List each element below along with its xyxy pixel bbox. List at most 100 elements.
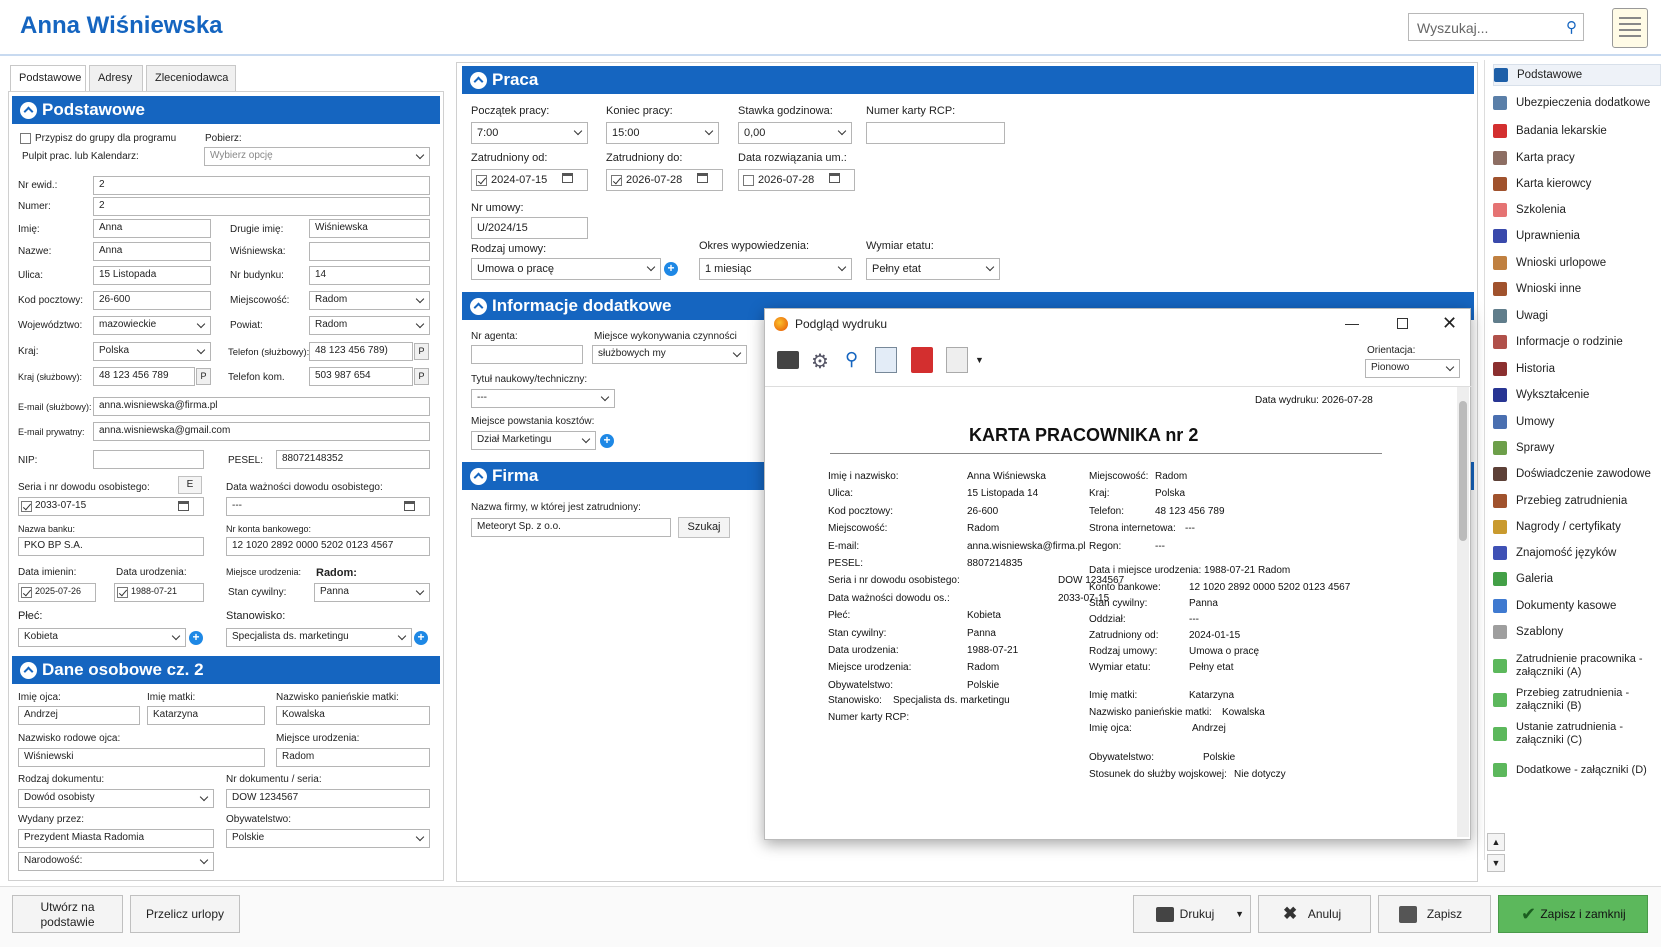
imie-ojca-field[interactable]: Andrzej xyxy=(18,706,140,725)
waznosc-field[interactable]: --- xyxy=(226,497,430,516)
dowod-e-button[interactable]: E xyxy=(178,476,202,494)
export-dropdown-icon[interactable]: ▼ xyxy=(975,355,984,365)
sidebar-item-20[interactable]: Dokumenty kasowe xyxy=(1493,595,1661,617)
zoom-icon[interactable]: ⚲ xyxy=(845,349,858,370)
imieniny-field[interactable]: 2025-07-26 xyxy=(18,583,96,602)
sidebar-item-5[interactable]: Szkolenia xyxy=(1493,199,1661,221)
sidebar-item-0[interactable]: Podstawowe xyxy=(1493,64,1661,86)
add-stanowisko-icon[interactable]: + xyxy=(414,631,428,645)
sidebar-item-3[interactable]: Karta pracy xyxy=(1493,147,1661,169)
add-mpk-icon[interactable]: + xyxy=(600,434,614,448)
section-dane-osobowe[interactable]: Dane osobowe cz. 2 xyxy=(12,656,440,684)
rozwiazanie-checkbox[interactable] xyxy=(743,175,754,186)
settings-icon[interactable]: ⚙ xyxy=(811,349,829,374)
konto-field[interactable]: 12 1020 2892 0000 5202 0123 4567 xyxy=(226,537,430,556)
calendar-icon[interactable] xyxy=(404,501,415,511)
wisniewska-field[interactable] xyxy=(309,242,430,261)
collapse-icon[interactable] xyxy=(470,468,487,485)
stanowisko-select[interactable]: Specjalista ds. marketingu xyxy=(226,628,412,647)
tel-sluzbowy-p-button[interactable]: P xyxy=(414,343,429,360)
orientacja-select[interactable]: Pionowo xyxy=(1365,359,1460,378)
sidebar-item-11[interactable]: Historia xyxy=(1493,358,1661,380)
tytul-select[interactable]: --- xyxy=(471,389,615,408)
tel-kom-field[interactable]: 503 987 654 xyxy=(309,367,413,386)
kraj-select[interactable]: Polska xyxy=(93,342,211,361)
zatrudniony-do-checkbox[interactable] xyxy=(611,175,622,186)
preview-scrollbar[interactable] xyxy=(1457,387,1469,837)
dowod-date-field[interactable]: 2033-07-15 xyxy=(18,497,204,516)
urodzenie-checkbox[interactable] xyxy=(117,587,128,598)
collapse-icon[interactable] xyxy=(470,298,487,315)
zapisz-zamknij-button[interactable]: ✔ Zapisz i zamknij xyxy=(1498,895,1648,933)
print-icon[interactable] xyxy=(777,351,799,369)
calendar-icon[interactable] xyxy=(178,501,189,511)
stawka-field[interactable]: 0,00 xyxy=(738,122,852,144)
dowod-checkbox[interactable] xyxy=(21,501,32,512)
zatrudniony-od-field[interactable]: 2024-07-15 xyxy=(471,169,588,191)
tel-kom-p-button[interactable]: P xyxy=(414,368,429,385)
firma-field[interactable]: Meteoryt Sp. z o.o. xyxy=(471,518,671,537)
section-praca[interactable]: Praca xyxy=(462,66,1474,94)
collapse-icon[interactable] xyxy=(470,72,487,89)
imie-field[interactable]: Anna xyxy=(93,219,211,238)
miejsce-urodzenia2-field[interactable]: Radom xyxy=(276,748,430,767)
sidebar-attachment-0[interactable]: Zatrudnienie pracownika - załączniki (A) xyxy=(1493,650,1661,682)
przelicz-button[interactable]: Przelicz urlopy xyxy=(130,895,240,933)
assign-checkbox[interactable] xyxy=(20,133,31,144)
kod-field[interactable]: 26-600 xyxy=(93,291,211,310)
collapse-icon[interactable] xyxy=(20,102,37,119)
section-podstawowe[interactable]: Podstawowe xyxy=(12,96,440,124)
search-input[interactable]: Wyszukaj... ⚲ xyxy=(1408,13,1584,41)
sidebar-attachment-3[interactable]: Dodatkowe - załączniki (D) xyxy=(1493,754,1661,786)
powiat-select[interactable]: Radom xyxy=(309,316,430,335)
email-prywatny-field[interactable]: anna.wisniewska@gmail.com xyxy=(93,422,430,441)
okres-select[interactable]: 1 miesiąc xyxy=(699,258,852,280)
szukaj-button[interactable]: Szukaj xyxy=(678,517,730,538)
miejsce-wykonywania-select[interactable]: służbowych my xyxy=(592,345,747,364)
nr-ewid-field[interactable]: 2 xyxy=(93,176,430,195)
poczatek-select[interactable]: 7:00 xyxy=(471,122,588,144)
sidebar-item-9[interactable]: Uwagi xyxy=(1493,305,1661,327)
mpk-select[interactable]: Dział Marketingu xyxy=(471,431,596,450)
pesel-field[interactable]: 88072148352 xyxy=(276,450,430,469)
koniec-select[interactable]: 15:00 xyxy=(606,122,719,144)
sidebar-item-21[interactable]: Szablony xyxy=(1493,621,1661,643)
collapse-icon[interactable] xyxy=(20,662,37,679)
add-plec-icon[interactable]: + xyxy=(189,631,203,645)
sidebar-item-7[interactable]: Wnioski urlopowe xyxy=(1493,252,1661,274)
sidebar-up-icon[interactable]: ▲ xyxy=(1487,833,1505,851)
tel-sluzbowy-field[interactable]: 48 123 456 789) xyxy=(309,342,413,361)
calendar-icon[interactable] xyxy=(697,173,708,183)
minimize-icon[interactable]: — xyxy=(1345,315,1359,331)
sidebar-item-1[interactable]: Ubezpieczenia dodatkowe xyxy=(1493,92,1661,114)
sidebar-attachment-2[interactable]: Ustanie zatrudnienia - załączniki (C) xyxy=(1493,718,1661,750)
tab-zleceniodawca[interactable]: Zleceniodawca xyxy=(146,65,236,91)
nr-dokumentu-field[interactable]: DOW 1234567 xyxy=(226,789,430,808)
urodzenie-field[interactable]: 1988-07-21 xyxy=(114,583,204,602)
sidebar-item-12[interactable]: Wykształcenie xyxy=(1493,384,1661,406)
bank-field[interactable]: PKO BP S.A. xyxy=(18,537,204,556)
nr-umowy-field[interactable]: U/2024/15 xyxy=(471,217,588,239)
sidebar-item-6[interactable]: Uprawnienia xyxy=(1493,225,1661,247)
scroll-thumb[interactable] xyxy=(1459,401,1467,541)
miejscowosc-select[interactable]: Radom xyxy=(309,291,430,310)
rcp-field[interactable] xyxy=(866,122,1005,144)
sidebar-item-2[interactable]: Badania lekarskie xyxy=(1493,120,1661,142)
nip-field[interactable] xyxy=(93,450,204,469)
pobierz-select[interactable]: Wybierz opcję xyxy=(204,147,430,166)
sidebar-item-4[interactable]: Karta kierowcy xyxy=(1493,173,1661,195)
search-icon[interactable]: ⚲ xyxy=(1566,18,1577,36)
drukuj-button[interactable]: Drukuj ▼ xyxy=(1133,895,1251,933)
sidebar-item-19[interactable]: Galeria xyxy=(1493,568,1661,590)
edit-icon[interactable] xyxy=(875,347,897,373)
agent-field[interactable] xyxy=(471,345,583,364)
close-icon[interactable]: ✕ xyxy=(1442,313,1457,334)
nr-budynku-field[interactable]: 14 xyxy=(309,266,430,285)
export-icon[interactable] xyxy=(946,347,968,373)
sidebar-item-15[interactable]: Doświadczenie zawodowe xyxy=(1493,463,1661,485)
nazwisko-rodowe-field[interactable]: Wiśniewski xyxy=(18,748,265,767)
pdf-icon[interactable] xyxy=(911,347,933,373)
numer-field[interactable]: 2 xyxy=(93,197,430,216)
nazwe-field[interactable]: Anna xyxy=(93,242,211,261)
narodowosc-select[interactable]: Narodowość: xyxy=(18,852,214,871)
